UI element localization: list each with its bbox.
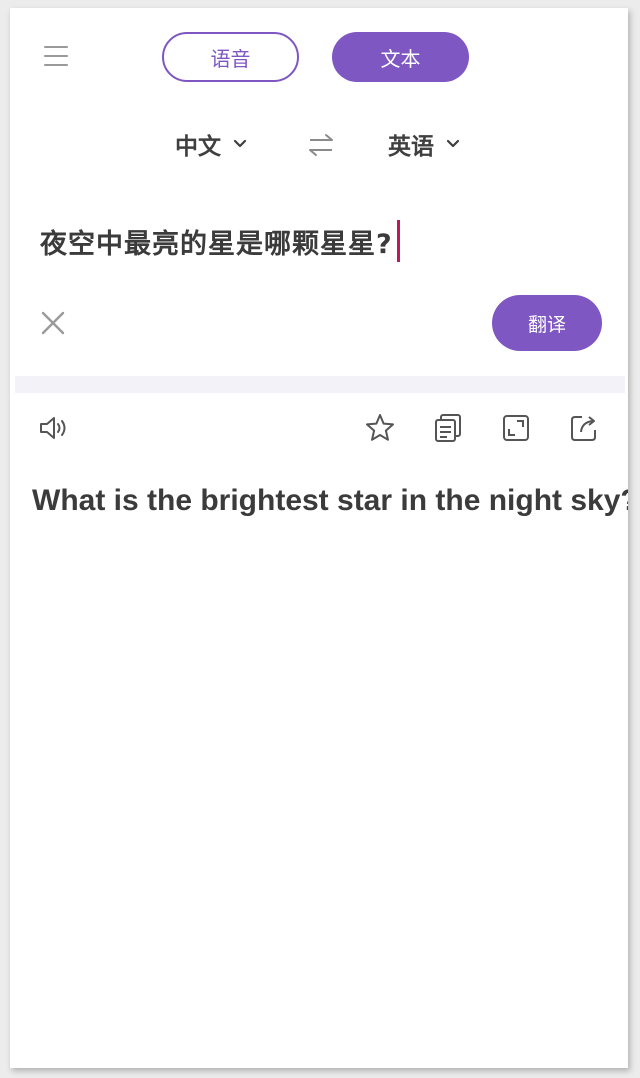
text-mode-label: 文本 <box>380 46 421 71</box>
source-language-select[interactable]: 中文 <box>175 124 247 164</box>
close-icon[interactable] <box>40 310 66 336</box>
app-window: 语音 文本 中文 英语 夜空中最亮的星是哪颗星星? 翻译 What is the… <box>10 8 628 1068</box>
target-language-label: 英语 <box>388 134 434 160</box>
source-text-input[interactable]: 夜空中最亮的星是哪颗星星? <box>40 218 400 264</box>
section-divider <box>15 376 625 393</box>
translate-button[interactable]: 翻译 <box>492 295 602 351</box>
source-language-label: 中文 <box>175 134 221 160</box>
translation-result-text: What is the brightest star in the night … <box>32 484 628 517</box>
source-text-value: 夜空中最亮的星是哪颗星星? <box>40 228 393 260</box>
star-icon[interactable] <box>364 412 396 444</box>
chevron-down-icon <box>446 139 460 148</box>
chevron-down-icon <box>233 139 247 148</box>
voice-mode-button[interactable]: 语音 <box>162 32 299 82</box>
copy-icon[interactable] <box>432 412 464 444</box>
text-mode-button[interactable]: 文本 <box>332 32 469 82</box>
translate-button-label: 翻译 <box>527 313 566 336</box>
text-caret <box>396 220 400 262</box>
target-language-select[interactable]: 英语 <box>388 124 460 164</box>
hamburger-menu-icon[interactable] <box>44 44 70 68</box>
speaker-icon[interactable] <box>38 412 70 444</box>
voice-mode-label: 语音 <box>210 46 251 71</box>
swap-arrows-icon[interactable] <box>307 132 335 158</box>
share-icon[interactable] <box>568 412 600 444</box>
expand-icon[interactable] <box>500 412 532 444</box>
